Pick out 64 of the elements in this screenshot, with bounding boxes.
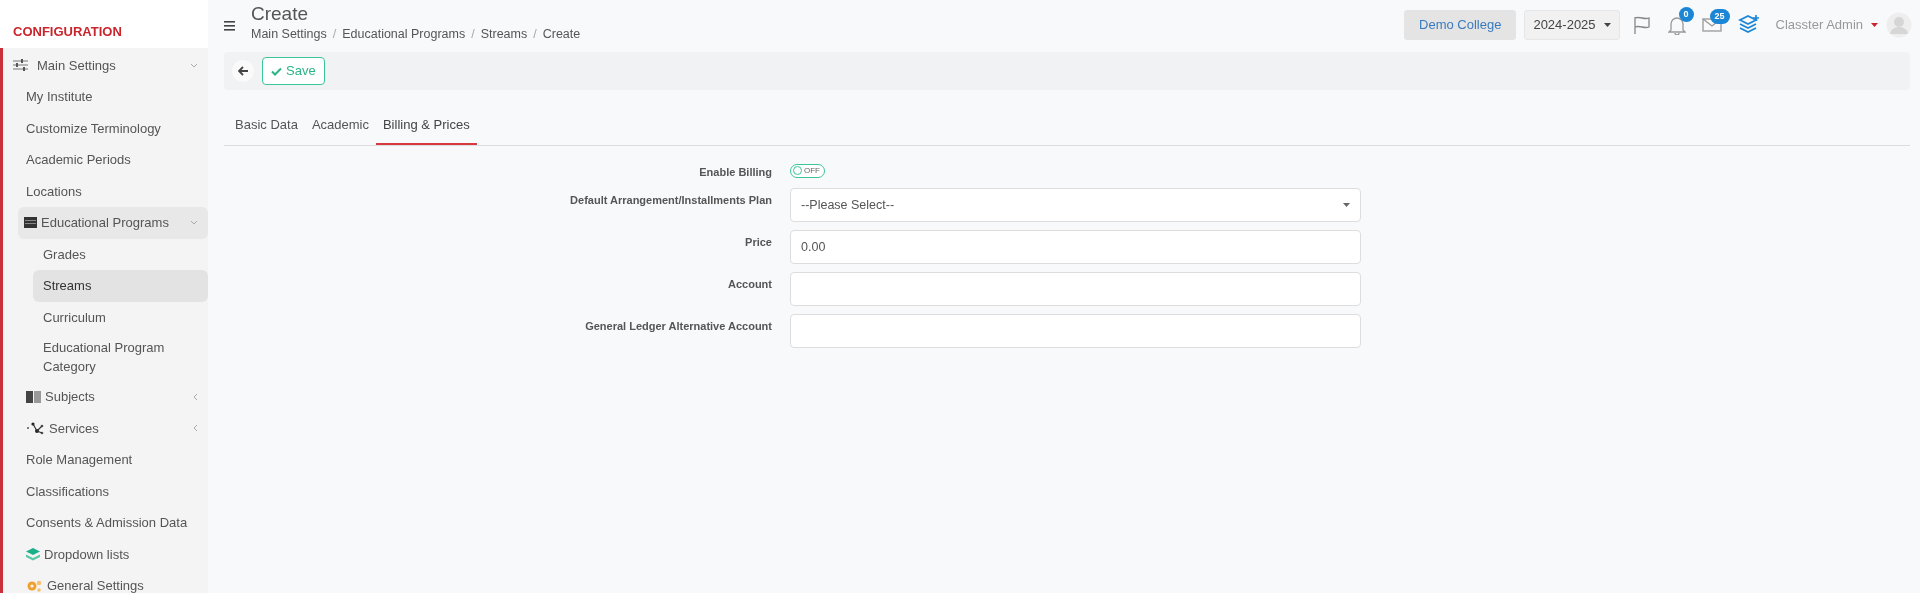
- breadcrumb-separator: /: [332, 25, 337, 43]
- caret-icon: [1603, 23, 1611, 27]
- caret-icon: [1343, 203, 1350, 207]
- sidebar-item[interactable]: Educational Program Category: [3, 333, 208, 381]
- nodes-icon: [26, 421, 45, 435]
- sidebar-item[interactable]: Role Management: [3, 444, 208, 476]
- layers-add-icon[interactable]: [1737, 15, 1760, 35]
- notification-count: 0: [1678, 7, 1694, 22]
- page-title: Create: [251, 2, 310, 25]
- sidebar-item[interactable]: General Settings: [3, 570, 208, 593]
- breadcrumb-separator: /: [471, 25, 475, 43]
- field-label: Account: [727, 277, 772, 292]
- gears-icon: [26, 578, 43, 593]
- tab[interactable]: Academic: [304, 106, 376, 145]
- sidebar-item[interactable]: Consents & Admission Data: [3, 507, 208, 539]
- college-button[interactable]: Demo College: [1404, 10, 1517, 40]
- back-button[interactable]: [232, 60, 254, 82]
- sidebar-item[interactable]: Curriculum: [3, 301, 208, 333]
- sidebar-item[interactable]: Subjects: [3, 381, 208, 413]
- flag-icon[interactable]: [1631, 15, 1652, 35]
- sidebar-item[interactable]: Customize Terminology: [3, 112, 208, 144]
- tab[interactable]: Billing & Prices: [375, 106, 477, 145]
- input-field[interactable]: [790, 272, 1361, 306]
- check-icon: [271, 66, 282, 76]
- sidebar-item[interactable]: Classifications: [3, 475, 208, 507]
- field-label: Enable Billing: [698, 164, 772, 180]
- layers-icon: [26, 547, 40, 561]
- breadcrumb-separator: /: [533, 25, 537, 43]
- year-dropdown[interactable]: 2024-2025: [1524, 10, 1620, 40]
- billing-toggle[interactable]: OFF: [790, 163, 825, 178]
- field-label: General Ledger Alternative Account: [584, 319, 772, 334]
- sidebar-item[interactable]: My Institute: [3, 81, 208, 113]
- chevron-icon: [190, 62, 198, 68]
- sidebar-item[interactable]: Academic Periods: [3, 144, 208, 176]
- sidebar-item[interactable]: Services: [3, 412, 208, 444]
- sidebar-item[interactable]: Main Settings: [3, 49, 208, 81]
- sidebar-item[interactable]: Grades: [3, 238, 208, 270]
- breadcrumb-link[interactable]: Create: [542, 24, 581, 44]
- chevron-icon: [190, 220, 198, 226]
- bell-icon[interactable]: [1667, 15, 1686, 35]
- input-field[interactable]: 0.00: [790, 230, 1361, 264]
- message-count: 25: [1709, 9, 1730, 24]
- sliders-icon: [12, 59, 29, 72]
- caret-icon[interactable]: [1871, 23, 1878, 27]
- field-label: Price: [744, 235, 772, 250]
- field-label: Default Arrangement/Installments Plan: [569, 193, 772, 208]
- breadcrumb-link[interactable]: Streams: [480, 24, 528, 44]
- chevron-icon: [193, 392, 198, 401]
- chevron-icon: [193, 424, 198, 433]
- sidebar-item[interactable]: Locations: [3, 175, 208, 207]
- book-icon: [26, 390, 41, 403]
- plan-select[interactable]: --Please Select--: [790, 188, 1361, 222]
- back-arrow-icon: [237, 66, 249, 76]
- tab[interactable]: Basic Data: [228, 106, 305, 145]
- input-field[interactable]: [790, 314, 1361, 348]
- menu-icon[interactable]: [224, 21, 235, 31]
- sidebar-item[interactable]: Educational Programs: [18, 207, 208, 239]
- monitor-icon: [24, 217, 37, 229]
- sidebar-heading: CONFIGURATION: [0, 0, 208, 48]
- sidebar-item[interactable]: Streams: [33, 270, 208, 302]
- sidebar-item[interactable]: Dropdown lists: [3, 538, 208, 570]
- breadcrumb-link[interactable]: Educational Programs: [342, 24, 466, 44]
- mail-icon[interactable]: [1701, 17, 1722, 33]
- breadcrumb-link[interactable]: Main Settings: [251, 24, 327, 44]
